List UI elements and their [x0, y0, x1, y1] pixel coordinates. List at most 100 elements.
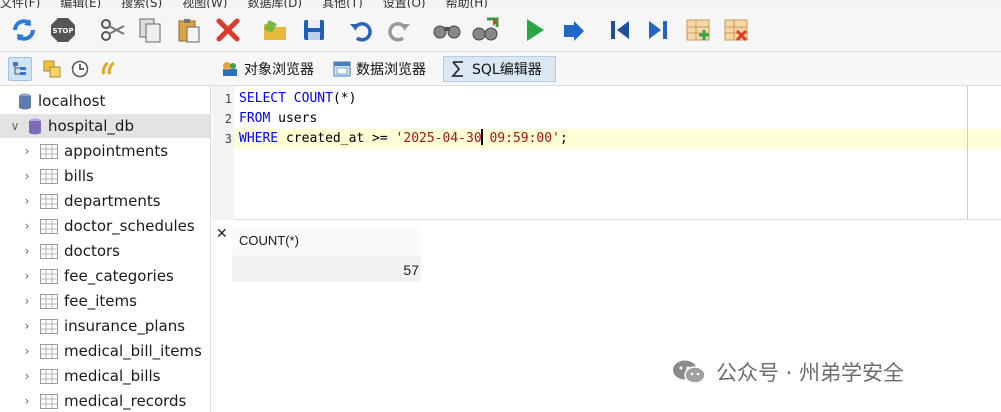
- tree-node-table-label: medical_bill_items: [64, 342, 202, 360]
- menu-item[interactable]: 编辑(E): [60, 0, 101, 8]
- chevron-right-icon[interactable]: ›: [20, 244, 34, 258]
- undo-icon[interactable]: [345, 14, 377, 46]
- line-number: 1: [224, 92, 232, 106]
- code-line[interactable]: 3 WHERE created_at >= '2025-04-30 09:59:0…: [225, 129, 1001, 149]
- svg-text:STOP: STOP: [53, 27, 74, 35]
- table-icon: [40, 143, 58, 159]
- data-browser-icon: [333, 60, 351, 78]
- watermark: 公众号 · 州弟学安全: [672, 357, 904, 387]
- menu-item[interactable]: 视图(W): [182, 0, 227, 8]
- line-number: 3: [224, 132, 232, 146]
- stop-icon[interactable]: STOP: [47, 14, 79, 46]
- table-icon: [40, 368, 58, 384]
- tree-node-table-label: medical_bills: [64, 367, 161, 385]
- tree-node-table[interactable]: › fee_items: [0, 289, 210, 313]
- chevron-right-icon[interactable]: ›: [20, 144, 34, 158]
- replace-icon[interactable]: [470, 14, 502, 46]
- code-text: WHERE created_at >= '2025-04-30 09:59:00…: [239, 129, 568, 149]
- chevron-right-icon[interactable]: ›: [20, 269, 34, 283]
- add-row-icon[interactable]: [682, 14, 714, 46]
- chevron-right-icon[interactable]: ›: [20, 194, 34, 208]
- tree-node-table[interactable]: › appointments: [0, 139, 210, 163]
- filter-icon[interactable]: [40, 57, 64, 81]
- table-icon: [40, 318, 58, 334]
- sql-string: '2025-04-30: [395, 131, 482, 146]
- tree-node-table[interactable]: › doctor_schedules: [0, 214, 210, 238]
- tree-node-table-label: fee_categories: [64, 267, 174, 285]
- tree-icon[interactable]: [8, 57, 32, 81]
- code-text: FROM users: [239, 109, 317, 129]
- chevron-right-icon[interactable]: ›: [20, 294, 34, 308]
- copy-icon[interactable]: [134, 14, 166, 46]
- last-icon[interactable]: [642, 14, 674, 46]
- menu-strip: 文件(F) 编辑(E) 搜索(S) 视图(W) 数据库(D) 其他(T) 设置(O) 帮助(H…: [0, 0, 508, 8]
- view-toolbar: 对象浏览器 数据浏览器 SQL编辑器: [0, 52, 1001, 86]
- tree-node-table[interactable]: › medical_bill_items: [0, 339, 210, 363]
- table-icon: [40, 293, 58, 309]
- tab-sql-editor[interactable]: SQL编辑器: [443, 56, 556, 82]
- delete-icon[interactable]: [212, 14, 244, 46]
- code-area[interactable]: 1 SELECT COUNT(*) 2 FROM users 3 WHERE create…: [225, 86, 1001, 220]
- object-tree: localhost ∨ hospital_db › appointments › bi…: [0, 86, 211, 412]
- execute-current-icon[interactable]: [558, 14, 590, 46]
- code-line[interactable]: 2 FROM users: [225, 109, 1001, 129]
- menu-item[interactable]: 帮助(H): [446, 0, 488, 8]
- tab-data-browser[interactable]: 数据浏览器: [328, 56, 431, 82]
- sql-text: ;: [559, 131, 568, 146]
- chevron-down-icon[interactable]: ∨: [8, 119, 22, 133]
- close-results-icon[interactable]: ✕: [216, 226, 228, 242]
- sql-editor[interactable]: 1 SELECT COUNT(*) 2 FROM users 3 WHERE create…: [212, 86, 1001, 220]
- column-header[interactable]: COUNT(*): [232, 226, 421, 256]
- sql-keyword: FROM: [239, 111, 271, 126]
- tree-node-table[interactable]: › medical_bills: [0, 364, 210, 388]
- chevron-right-icon[interactable]: ›: [20, 319, 34, 333]
- tree-node-table[interactable]: › insurance_plans: [0, 314, 210, 338]
- table-icon: [40, 243, 58, 259]
- open-folder-icon[interactable]: [259, 14, 291, 46]
- delete-row-icon[interactable]: [720, 14, 752, 46]
- chevron-right-icon[interactable]: ›: [20, 369, 34, 383]
- tree-node-database[interactable]: ∨ hospital_db: [0, 114, 210, 138]
- menu-item[interactable]: 搜索(S): [121, 0, 162, 8]
- server-icon: [18, 93, 32, 110]
- tree-node-table[interactable]: › doctors: [0, 239, 210, 263]
- menu-item[interactable]: 其他(T): [322, 0, 363, 8]
- tree-node-table[interactable]: › departments: [0, 189, 210, 213]
- sql-editor-icon: [449, 60, 467, 78]
- history-icon[interactable]: [68, 57, 92, 81]
- menu-item[interactable]: 设置(O): [383, 0, 426, 8]
- table-icon: [40, 393, 58, 409]
- tree-node-database-label: hospital_db: [48, 117, 134, 135]
- chevron-right-icon[interactable]: ›: [20, 219, 34, 233]
- paste-icon[interactable]: [173, 14, 205, 46]
- sql-string: 09:59:00': [481, 131, 560, 146]
- chevron-right-icon[interactable]: ›: [20, 394, 34, 408]
- cut-icon[interactable]: [96, 14, 128, 46]
- tree-node-host[interactable]: localhost: [0, 89, 210, 113]
- execute-icon[interactable]: [518, 14, 550, 46]
- tab-sql-editor-label: SQL编辑器: [472, 62, 542, 78]
- first-icon[interactable]: [604, 14, 636, 46]
- find-icon[interactable]: [431, 14, 463, 46]
- link-icon[interactable]: [97, 57, 121, 81]
- wechat-logo-icon: [672, 359, 706, 385]
- chevron-right-icon[interactable]: ›: [20, 344, 34, 358]
- result-cell[interactable]: 57: [232, 256, 421, 282]
- chevron-right-icon[interactable]: ›: [20, 169, 34, 183]
- code-line[interactable]: 1 SELECT COUNT(*): [225, 89, 1001, 109]
- tree-node-table[interactable]: › fee_categories: [0, 264, 210, 288]
- database-icon: [28, 118, 42, 135]
- save-icon[interactable]: [298, 14, 330, 46]
- sql-keyword: COUNT: [293, 91, 333, 106]
- menu-item[interactable]: 数据库(D): [247, 0, 302, 8]
- tree-node-table[interactable]: › medical_records: [0, 389, 210, 412]
- refresh-icon[interactable]: [8, 14, 40, 46]
- tree-node-table-label: doctor_schedules: [64, 217, 195, 235]
- redo-icon[interactable]: [383, 14, 415, 46]
- code-text: SELECT COUNT(*): [239, 89, 356, 109]
- menu-item[interactable]: 文件(F): [0, 0, 40, 8]
- sql-text: users: [270, 111, 318, 126]
- tree-node-table-label: insurance_plans: [64, 317, 186, 335]
- tab-object-browser[interactable]: 对象浏览器: [216, 56, 319, 82]
- tree-node-table[interactable]: › bills: [0, 164, 210, 188]
